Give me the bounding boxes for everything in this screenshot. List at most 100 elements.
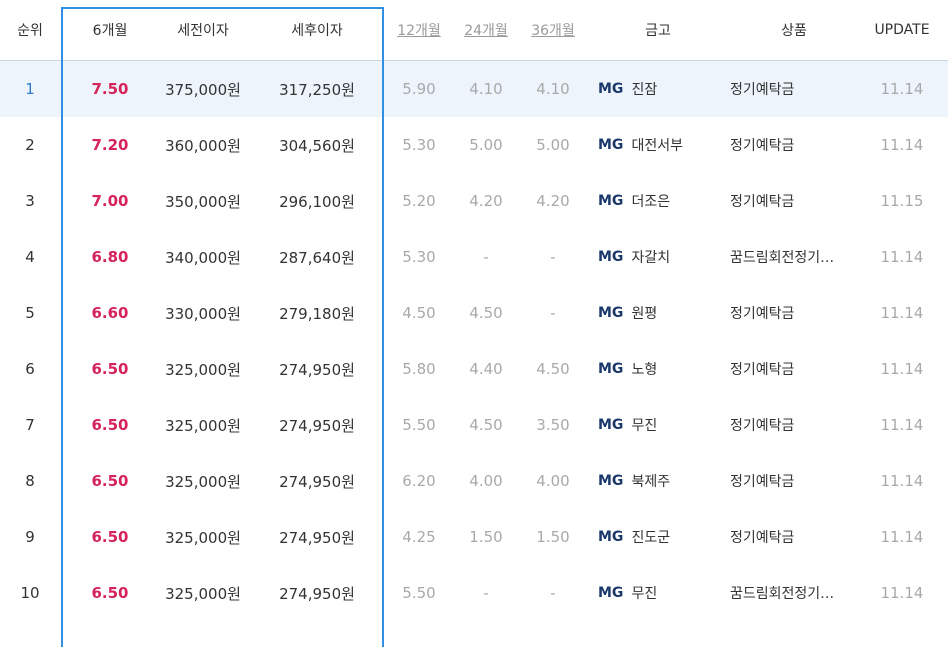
mg-logo: MG	[598, 305, 624, 321]
mg-logo: MG	[598, 585, 624, 601]
mg-logo: MG	[598, 137, 624, 153]
bank-cell: MG 노형	[598, 341, 718, 397]
update-cell: 11.14	[880, 584, 924, 602]
rate-36m-cell: 4.50	[536, 360, 570, 378]
rate-36m-cell: -	[550, 584, 556, 602]
header-6-months[interactable]: 6개월	[62, 0, 158, 60]
rate-6m-cell: 6.50	[91, 360, 129, 378]
rate-36m-cell: 4.00	[536, 472, 570, 490]
product-cell: 정기예탁금	[730, 194, 795, 210]
rate-12m-cell: 5.80	[402, 360, 436, 378]
update-cell: 11.14	[880, 136, 924, 154]
rate-24m-cell: 4.00	[469, 472, 503, 490]
product-cell: 정기예탁금	[730, 138, 795, 154]
rate-36m-cell: -	[550, 304, 556, 322]
posttax-cell: 274,950원	[279, 528, 355, 547]
table-row[interactable]: 9 6.50 325,000원 274,950원 4.25 1.50 1.50 …	[0, 509, 948, 565]
rate-6m-cell: 6.50	[91, 472, 129, 490]
rate-6m-cell: 6.50	[91, 584, 129, 602]
rank-cell: 1	[25, 80, 35, 98]
rate-6m-cell: 7.20	[91, 136, 129, 154]
mg-logo: MG	[598, 361, 624, 377]
product-cell: 정기예탁금	[730, 82, 795, 98]
header-36-months-link[interactable]: 36개월	[524, 0, 582, 60]
rank-cell: 6	[25, 360, 35, 378]
header-posttax-interest: 세후이자	[291, 23, 343, 39]
rank-cell: 3	[25, 192, 35, 210]
rate-36m-cell: 5.00	[536, 136, 570, 154]
rate-36m-cell: 3.50	[536, 416, 570, 434]
rank-cell: 5	[25, 304, 35, 322]
bank-name: 자갈치	[631, 250, 671, 266]
bank-name: 노형	[631, 362, 658, 378]
rate-12m-cell: 5.30	[402, 248, 436, 266]
rank-cell: 10	[20, 584, 40, 602]
header-product: 상품	[781, 23, 807, 39]
update-cell: 11.14	[880, 528, 924, 546]
rate-12m-cell: 6.20	[402, 472, 436, 490]
bank-name: 북제주	[631, 474, 671, 490]
update-cell: 11.14	[880, 360, 924, 378]
rate-12m-cell: 5.50	[402, 416, 436, 434]
posttax-cell: 317,250원	[279, 80, 355, 99]
bank-name: 더조은	[631, 194, 671, 210]
table-row[interactable]: 6 6.50 325,000원 274,950원 5.80 4.40 4.50 …	[0, 341, 948, 397]
update-cell: 11.14	[880, 304, 924, 322]
rate-12m-cell: 5.90	[402, 80, 436, 98]
rate-24m-cell: 4.50	[469, 416, 503, 434]
posttax-cell: 274,950원	[279, 416, 355, 435]
pretax-cell: 325,000원	[165, 584, 241, 603]
bank-cell: MG 대전서부	[598, 117, 718, 173]
bank-name: 진잠	[631, 82, 658, 98]
table-row[interactable]: 2 7.20 360,000원 304,560원 5.30 5.00 5.00 …	[0, 117, 948, 173]
header-12-months-link[interactable]: 12개월	[390, 0, 448, 60]
table-row[interactable]: 7 6.50 325,000원 274,950원 5.50 4.50 3.50 …	[0, 397, 948, 453]
bank-name: 무진	[631, 418, 658, 434]
rate-24m-cell: 4.10	[469, 80, 503, 98]
rate-36m-cell: 4.20	[536, 192, 570, 210]
bank-cell: MG 자갈치	[598, 229, 718, 285]
product-cell: 정기예탁금	[730, 530, 795, 546]
rate-12m-cell: 5.50	[402, 584, 436, 602]
pretax-cell: 325,000원	[165, 360, 241, 379]
table-header: 순위 6개월 세전이자 세후이자 12개월 24개월 36개월 금고 상품 UP…	[0, 0, 948, 61]
header-bank: 금고	[645, 23, 671, 39]
rate-36m-cell: 4.10	[536, 80, 570, 98]
product-cell: 정기예탁금	[730, 474, 795, 490]
update-cell: 11.15	[880, 192, 924, 210]
table-row[interactable]: 3 7.00 350,000원 296,100원 5.20 4.20 4.20 …	[0, 173, 948, 229]
bank-name: 무진	[631, 586, 658, 602]
rate-12m-cell: 5.20	[402, 192, 436, 210]
bank-name: 진도군	[631, 530, 671, 546]
bank-cell: MG 무진	[598, 397, 718, 453]
rate-24m-cell: 4.50	[469, 304, 503, 322]
header-24-months-link[interactable]: 24개월	[457, 0, 515, 60]
rank-cell: 2	[25, 136, 35, 154]
bank-name: 대전서부	[631, 138, 683, 154]
rate-24m-cell: 5.00	[469, 136, 503, 154]
rate-6m-cell: 6.50	[91, 528, 129, 546]
rate-36m-cell: 1.50	[536, 528, 570, 546]
rate-24m-cell: 4.20	[469, 192, 503, 210]
table-row[interactable]: 1 7.50 375,000원 317,250원 5.90 4.10 4.10 …	[0, 61, 948, 117]
product-cell: 꿈드림회전정기…	[730, 586, 835, 602]
rate-36m-cell: -	[550, 248, 556, 266]
table-row[interactable]: 10 6.50 325,000원 274,950원 5.50 - - MG 무진 …	[0, 565, 948, 621]
rank-cell: 4	[25, 248, 35, 266]
product-cell: 정기예탁금	[730, 362, 795, 378]
rate-12m-cell: 4.50	[402, 304, 436, 322]
bank-cell: MG 원평	[598, 285, 718, 341]
pretax-cell: 360,000원	[165, 136, 241, 155]
pretax-cell: 350,000원	[165, 192, 241, 211]
product-cell: 꿈드림회전정기…	[730, 250, 835, 266]
update-cell: 11.14	[880, 416, 924, 434]
table-row[interactable]: 8 6.50 325,000원 274,950원 6.20 4.00 4.00 …	[0, 453, 948, 509]
pretax-cell: 325,000원	[165, 528, 241, 547]
rate-24m-cell: -	[483, 248, 489, 266]
product-cell: 정기예탁금	[730, 306, 795, 322]
pretax-cell: 325,000원	[165, 416, 241, 435]
posttax-cell: 274,950원	[279, 584, 355, 603]
table-row[interactable]: 4 6.80 340,000원 287,640원 5.30 - - MG 자갈치 …	[0, 229, 948, 285]
mg-logo: MG	[598, 417, 624, 433]
table-row[interactable]: 5 6.60 330,000원 279,180원 4.50 4.50 - MG 원…	[0, 285, 948, 341]
